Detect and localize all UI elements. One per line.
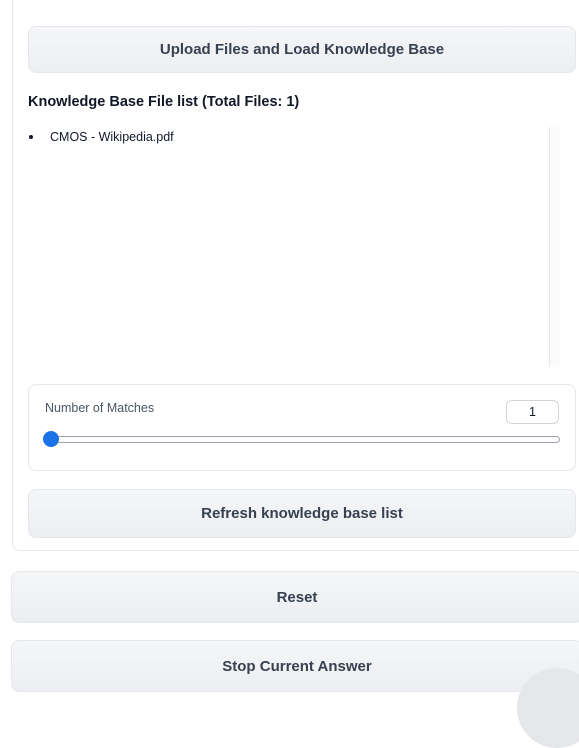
file-list-scrollbar[interactable] xyxy=(549,127,560,367)
number-of-matches-label: Number of Matches xyxy=(45,401,155,415)
number-of-matches-slider-track[interactable] xyxy=(49,436,560,443)
number-of-matches-slider-thumb[interactable] xyxy=(43,431,59,447)
reset-button[interactable]: Reset xyxy=(11,571,579,623)
knowledge-base-file-list: CMOS - Wikipedia.pdf xyxy=(26,127,548,367)
knowledge-base-file-list-title: Knowledge Base File list (Total Files: 1… xyxy=(28,94,300,110)
refresh-knowledge-base-button[interactable]: Refresh knowledge base list xyxy=(28,489,576,538)
number-of-matches-input[interactable]: 1 xyxy=(506,400,559,424)
upload-files-button[interactable]: Upload Files and Load Knowledge Base xyxy=(28,26,576,73)
stop-current-answer-button[interactable]: Stop Current Answer xyxy=(11,640,579,692)
number-of-matches-control: Number of Matches 1 xyxy=(28,384,576,471)
file-list-item: CMOS - Wikipedia.pdf xyxy=(26,127,548,147)
